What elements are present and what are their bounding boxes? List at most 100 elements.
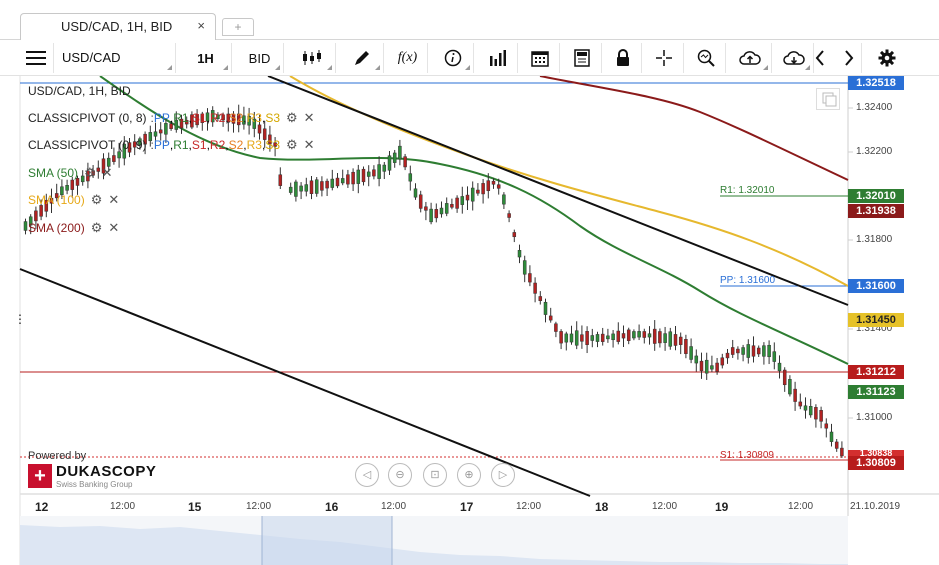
legend-remove-icon[interactable]: ✕	[108, 220, 119, 236]
menu-button[interactable]	[18, 43, 54, 73]
dropdown-corner-icon	[167, 65, 172, 70]
legend-sma-200[interactable]: SMA (200) ⚙ ✕	[28, 220, 119, 236]
legend-settings-icon[interactable]: ⚙	[91, 192, 103, 208]
volume-button[interactable]	[478, 43, 518, 73]
x-axis-label: 19	[715, 500, 729, 514]
zoom-in-button[interactable]: ⊕	[457, 463, 481, 487]
crosshair-button[interactable]	[644, 43, 684, 73]
x-axis-label: 18	[595, 500, 609, 514]
tab-title: USD/CAD, 1H, BID	[61, 19, 173, 34]
powered-by-label: Powered by	[28, 450, 87, 462]
candle-body	[564, 333, 569, 343]
window-icon	[822, 92, 837, 107]
report-button[interactable]	[562, 43, 602, 73]
side-selector[interactable]: BID	[236, 43, 284, 73]
panel-drag-handle[interactable]: ⋮	[14, 312, 26, 326]
candle-body	[450, 204, 454, 208]
cloud-download-icon	[782, 51, 805, 65]
x-axis-label: 12:00	[516, 501, 542, 512]
chart-type-button[interactable]	[288, 43, 336, 73]
lock-button[interactable]	[604, 43, 642, 73]
pencil-icon	[354, 51, 369, 65]
symbol-selector[interactable]: USD/CAD	[56, 43, 176, 73]
cloud-upload-icon	[738, 51, 761, 65]
x-axis-label: 12:00	[246, 501, 272, 512]
legend-pivot-2[interactable]: CLASSICPIVOT (0, 9) : PP, R1, S1, R2, S2…	[28, 137, 315, 153]
draw-button[interactable]	[340, 43, 384, 73]
period-selector[interactable]: 1H	[180, 43, 232, 73]
add-tab-button[interactable]: +	[222, 18, 254, 36]
scroll-right-button[interactable]	[836, 43, 862, 73]
info-button[interactable]	[432, 43, 474, 73]
candle-body	[486, 180, 491, 192]
hamburger-icon	[25, 51, 46, 65]
indicators-button[interactable]: f(x)	[388, 43, 428, 73]
candle-body	[460, 196, 465, 205]
legend-remove-icon[interactable]: ✕	[108, 192, 119, 208]
legend-r3: R3	[246, 138, 262, 152]
candle-body	[626, 329, 631, 341]
candle-body	[346, 174, 350, 185]
pivot-pp-label: PP: 1.31600	[720, 275, 776, 286]
candle-body	[392, 152, 397, 163]
y-axis-label: 1.31000	[856, 412, 893, 423]
nav-back-button[interactable]: ◁	[355, 463, 379, 487]
chart-area[interactable]: USD/CAD, 1H, BID CLASSICPIVOT (0, 8) : P…	[0, 76, 939, 565]
candle-body	[496, 184, 501, 189]
scroll-left-button[interactable]	[808, 43, 832, 73]
candle-body	[330, 178, 335, 188]
zoom-out-button[interactable]: ⊖	[388, 463, 412, 487]
nav-forward-button[interactable]: ▷	[491, 463, 515, 487]
upload-button[interactable]	[728, 43, 772, 73]
candle-body	[736, 348, 740, 354]
legend-settings-icon[interactable]: ⚙	[91, 220, 103, 236]
fit-button[interactable]: ⊡	[423, 463, 447, 487]
candle-body	[491, 180, 496, 185]
dukascopy-logo[interactable]: + DUKASCOPY Swiss Banking Group	[28, 463, 156, 492]
x-axis-label: 12:00	[110, 501, 136, 512]
price-tag: 1.31450	[848, 313, 904, 327]
legend-sma-50[interactable]: SMA (50) ⚙ ✕	[28, 165, 113, 181]
y-axis-label: 1.31800	[856, 234, 893, 245]
legend-pp: PP	[153, 138, 170, 152]
legend-remove-icon[interactable]: ✕	[304, 137, 315, 153]
candle-body	[793, 388, 797, 402]
candle-body	[439, 207, 444, 215]
candle-body	[715, 362, 719, 372]
legend-remove-icon[interactable]: ✕	[304, 110, 315, 126]
candle-body	[585, 331, 589, 345]
price-tag: 1.31212	[848, 365, 904, 379]
candle-body	[834, 441, 839, 449]
fit-icon: ⊡	[430, 469, 440, 481]
legend-remove-icon[interactable]: ✕	[102, 165, 113, 181]
legend-settings-icon[interactable]: ⚙	[84, 165, 96, 181]
x-axis-label: 12	[35, 500, 49, 514]
candle-body	[756, 347, 761, 355]
legend-pivot-1[interactable]: CLASSICPIVOT (0, 8) : PP, R1, S1, R2, S2…	[28, 110, 315, 126]
legend-pivot-2-name: CLASSICPIVOT (0, 9)	[28, 138, 147, 152]
zoom-button[interactable]	[686, 43, 726, 73]
navigator-window[interactable]	[262, 516, 392, 565]
candle-body	[325, 180, 329, 189]
settings-button[interactable]	[872, 43, 902, 73]
candle-body	[320, 181, 324, 191]
legend-sma-100[interactable]: SMA (100) ⚙ ✕	[28, 192, 119, 208]
period-value: 1H	[197, 50, 214, 66]
x-axis-label: 12:00	[788, 501, 814, 512]
legend-settings-icon[interactable]: ⚙	[286, 110, 298, 126]
chart-tab[interactable]: USD/CAD, 1H, BID ×	[20, 13, 216, 40]
calendar-button[interactable]	[520, 43, 560, 73]
candle-body	[278, 174, 283, 186]
expand-chart-icon[interactable]	[816, 88, 840, 110]
legend-s2: S2	[228, 111, 244, 125]
tab-close-icon[interactable]: ×	[197, 18, 205, 33]
candle-body	[465, 194, 470, 201]
triangle-left-icon: ◁	[362, 469, 372, 481]
candle-body	[158, 129, 163, 134]
legend-settings-icon[interactable]: ⚙	[286, 137, 298, 153]
candle-body	[340, 178, 345, 184]
candle-body	[788, 379, 792, 395]
candle-body	[595, 334, 600, 342]
candle-body	[741, 347, 745, 355]
candle-body	[398, 145, 402, 160]
